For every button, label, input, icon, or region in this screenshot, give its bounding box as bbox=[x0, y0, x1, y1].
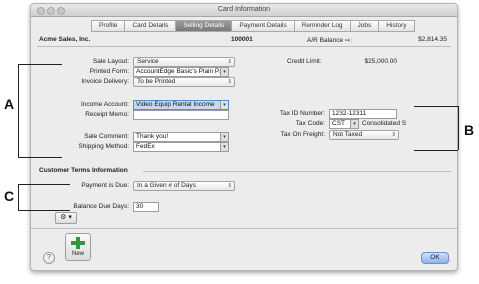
tab-card-details[interactable]: Card Details bbox=[124, 20, 176, 32]
lookup-list-icon[interactable]: ▾ bbox=[220, 101, 228, 109]
stepper-arrows-icon: ⇕ bbox=[227, 79, 232, 85]
help-button[interactable]: ? bbox=[43, 252, 55, 264]
printed-form-field[interactable]: AccountEdge Basic's Plain Pa ▾ bbox=[133, 67, 229, 77]
lookup-list-icon[interactable]: ▾ bbox=[220, 133, 228, 141]
ar-balance-label[interactable]: A/R Balance ⇨: bbox=[307, 36, 352, 44]
income-account-field[interactable]: Video Equip Rental Income ▾ bbox=[133, 100, 229, 110]
footer-divider bbox=[31, 228, 457, 229]
sale-comment-value: Thank you! bbox=[136, 133, 169, 140]
bracket-c-bottom bbox=[18, 210, 70, 211]
sale-layout-select[interactable]: Service ⇕ bbox=[133, 57, 235, 67]
new-button-label: New bbox=[71, 251, 84, 257]
tax-id-field[interactable]: 1232-12311 bbox=[329, 109, 397, 119]
shipping-method-label: Shipping Method: bbox=[78, 143, 129, 150]
bracket-c-top bbox=[18, 184, 70, 185]
invoice-delivery-value: To be Printed bbox=[137, 78, 176, 85]
tab-profile[interactable]: Profile bbox=[91, 20, 125, 32]
tab-history[interactable]: History bbox=[378, 20, 415, 32]
header-divider bbox=[37, 46, 451, 47]
balance-due-days-label: Balance Due Days: bbox=[73, 203, 129, 210]
tax-id-label: Tax ID Number: bbox=[279, 110, 325, 117]
credit-limit-value: $25,000.00 bbox=[364, 58, 397, 65]
printed-form-label: Printed Form: bbox=[89, 68, 129, 75]
gear-menu-button[interactable]: ⚙ ▾ bbox=[55, 212, 77, 224]
income-account-label: Income Account: bbox=[80, 101, 129, 108]
stepper-arrows-icon: ⇕ bbox=[391, 132, 396, 138]
shipping-method-value: FedEx bbox=[136, 143, 155, 150]
terms-divider bbox=[143, 171, 451, 172]
window-title: Card Information bbox=[217, 6, 271, 13]
tax-on-freight-label: Tax On Freight: bbox=[280, 131, 325, 138]
bracket-b-bottom bbox=[414, 150, 458, 151]
shipping-method-field[interactable]: FedEx ▾ bbox=[133, 142, 229, 152]
invoice-delivery-select[interactable]: To be Printed ⇕ bbox=[133, 77, 235, 87]
lookup-list-icon[interactable]: ▾ bbox=[350, 120, 358, 128]
stepper-arrows-icon: ⇕ bbox=[227, 59, 232, 65]
callout-c: C bbox=[4, 188, 15, 204]
stepper-arrows-icon: ⇕ bbox=[227, 183, 232, 189]
tax-code-description: Consolidated S bbox=[362, 120, 407, 127]
tax-code-label: Tax Code: bbox=[295, 120, 325, 127]
tab-jobs[interactable]: Jobs bbox=[349, 20, 379, 32]
printed-form-value: AccountEdge Basic's Plain Pa bbox=[136, 68, 223, 75]
card-id: 100001 bbox=[231, 36, 253, 43]
customer-name: Acme Sales, Inc. bbox=[39, 36, 91, 43]
ar-balance-value: $2,814.35 bbox=[418, 36, 447, 43]
terms-heading: Customer Terms Information bbox=[39, 167, 128, 174]
balance-due-days-field[interactable]: 30 bbox=[133, 202, 159, 212]
callout-a: A bbox=[4, 96, 15, 112]
ok-button[interactable]: OK bbox=[421, 252, 449, 264]
new-button[interactable]: New bbox=[65, 233, 91, 261]
resize-grip-icon[interactable]: ⟋ bbox=[447, 260, 455, 268]
bracket-c-vertical bbox=[18, 184, 19, 210]
card-information-window: Card Information Profile Card Details Se… bbox=[30, 3, 458, 271]
income-account-value: Video Equip Rental Income bbox=[136, 101, 215, 108]
tab-payment-details[interactable]: Payment Details bbox=[231, 20, 294, 32]
bracket-a-vertical bbox=[18, 64, 19, 157]
payment-due-select[interactable]: In a Given # of Days ⇕ bbox=[133, 181, 235, 191]
tab-selling-details[interactable]: Selling Details bbox=[175, 20, 232, 32]
credit-limit-label: Credit Limit: bbox=[287, 58, 322, 65]
bracket-b-vertical bbox=[458, 106, 459, 150]
receipt-memo-label: Receipt Memo: bbox=[85, 111, 129, 118]
plus-icon bbox=[71, 237, 85, 249]
receipt-memo-field[interactable] bbox=[133, 110, 229, 120]
tab-bar: Profile Card Details Selling Details Pay… bbox=[91, 20, 415, 32]
lookup-list-icon[interactable]: ▾ bbox=[220, 68, 228, 76]
bracket-a-bottom bbox=[18, 157, 62, 158]
lookup-list-icon[interactable]: ▾ bbox=[220, 143, 228, 151]
invoice-delivery-label: Invoice Delivery: bbox=[81, 78, 129, 85]
callout-b: B bbox=[464, 122, 475, 138]
bracket-b-top bbox=[414, 106, 458, 107]
tax-code-value: CST bbox=[332, 120, 345, 127]
bracket-a-top bbox=[18, 64, 62, 65]
tax-on-freight-value: Not Taxed bbox=[333, 131, 363, 138]
sale-comment-field[interactable]: Thank you! ▾ bbox=[133, 132, 229, 142]
tax-on-freight-select[interactable]: Not Taxed ⇕ bbox=[329, 130, 399, 140]
sale-layout-value: Service bbox=[137, 58, 159, 65]
sale-comment-label: Sale Comment: bbox=[84, 133, 129, 140]
payment-due-value: In a Given # of Days bbox=[137, 182, 196, 189]
tab-reminder-log[interactable]: Reminder Log bbox=[293, 20, 350, 32]
tax-code-field[interactable]: CST ▾ bbox=[329, 119, 359, 129]
